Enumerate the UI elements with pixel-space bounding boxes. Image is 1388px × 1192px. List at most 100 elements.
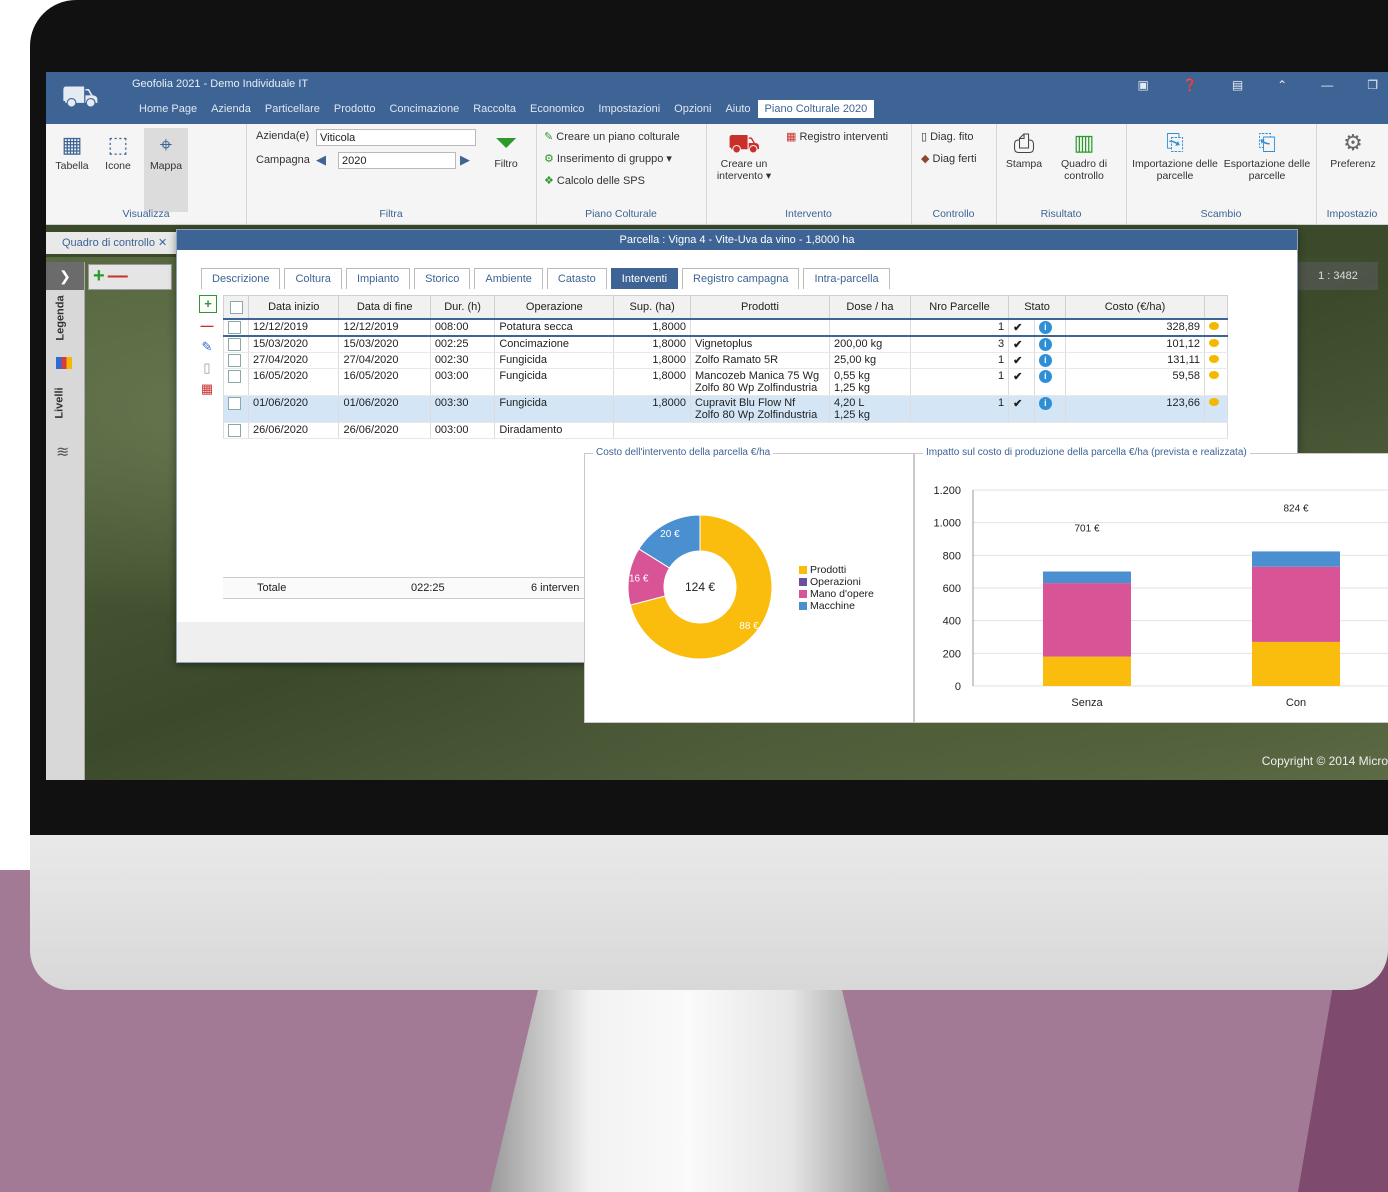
stampa-button[interactable]: ⎙ Stampa (1002, 130, 1046, 170)
add-row-icon[interactable]: + (199, 295, 217, 313)
row-checkbox[interactable] (228, 354, 241, 367)
save-icon[interactable]: ▤ (1232, 78, 1243, 92)
table-row[interactable]: 15/03/2020 15/03/2020 002:25 Concimazion… (223, 336, 1228, 353)
quadro-controllo-button[interactable]: ▥ Quadro di controllo (1052, 130, 1116, 182)
menu-home[interactable]: Home Page (132, 100, 204, 118)
creare-intervento-button[interactable]: ⛟ Creare un intervento ▾ (710, 130, 778, 182)
calendar-icon[interactable]: ▦ (199, 381, 215, 397)
col-costo[interactable]: Costo (€/ha) (1065, 295, 1205, 320)
tab-interventi[interactable]: Interventi (610, 268, 679, 289)
tab-coltura[interactable]: Coltura (284, 268, 342, 289)
table-row[interactable]: 16/05/2020 16/05/2020 003:00 Fungicida 1… (223, 368, 1228, 396)
menu-impostazioni[interactable]: Impostazioni (591, 100, 667, 118)
screen-icon[interactable]: ▣ (1138, 78, 1149, 92)
diag-ferti-button[interactable]: ◆ Diag ferti (921, 152, 977, 165)
table-row[interactable]: 26/06/2020 26/06/2020 003:00 Diradamento (223, 422, 1228, 439)
info-icon[interactable]: i (1038, 397, 1052, 410)
coins-icon[interactable] (1209, 371, 1219, 379)
tab-registro-campagna[interactable]: Registro campagna (682, 268, 800, 289)
collapse-icon[interactable]: ⌃ (1277, 78, 1287, 92)
select-all-checkbox[interactable] (229, 300, 243, 314)
cell-superficie: 1,8000 (613, 352, 691, 369)
table-row[interactable]: 01/06/2020 01/06/2020 003:30 Fungicida 1… (223, 395, 1228, 423)
table-row[interactable]: 27/04/2020 27/04/2020 002:30 Fungicida 1… (223, 352, 1228, 369)
menu-raccolta[interactable]: Raccolta (466, 100, 523, 118)
col-durata[interactable]: Dur. (h) (429, 295, 496, 320)
expand-arrow-icon[interactable]: ❯ (46, 262, 84, 290)
azienda-select[interactable]: Viticola (316, 129, 476, 146)
layers-icon: ≋ (56, 444, 70, 461)
importazione-button[interactable]: ⎘ Importazione delle parcelle (1130, 130, 1220, 182)
menu-prodotto[interactable]: Prodotto (327, 100, 383, 118)
x-tick-label: Senza (1071, 697, 1103, 709)
row-checkbox[interactable] (228, 321, 241, 334)
close-icon[interactable]: ✕ (158, 237, 167, 249)
mappa-button[interactable]: ⌖ Mappa (144, 128, 188, 212)
tabella-button[interactable]: ▦ Tabella (52, 132, 92, 172)
campagna-select[interactable]: 2020 (338, 152, 456, 169)
tab-livelli[interactable]: Livelli (54, 387, 66, 418)
prev-arrow-icon[interactable]: ◀ (316, 152, 326, 168)
row-checkbox[interactable] (228, 397, 241, 410)
row-checkbox[interactable] (228, 424, 241, 437)
col-prodotti[interactable]: Prodotti (689, 295, 830, 320)
menu-opzioni[interactable]: Opzioni (667, 100, 718, 118)
next-arrow-icon[interactable]: ▶ (460, 152, 470, 168)
cell-fine: 01/06/2020 (338, 395, 431, 423)
info-icon[interactable]: i (1038, 338, 1052, 351)
col-stato[interactable]: Stato (1008, 295, 1066, 320)
col-operazione[interactable]: Operazione (494, 295, 615, 320)
tab-storico[interactable]: Storico (414, 268, 471, 289)
copy-icon[interactable]: ▯ (199, 360, 215, 376)
col-nro-parcelle[interactable]: Nro Parcelle (909, 295, 1010, 320)
tab-descrizione[interactable]: Descrizione (201, 268, 281, 289)
esportazione-button[interactable]: ⎗ Esportazione delle parcelle (1222, 130, 1312, 182)
minimize-icon[interactable]: — (1321, 78, 1333, 92)
col-data-inizio[interactable]: Data inizio (247, 295, 340, 320)
menu-piano-colturale[interactable]: Piano Colturale 2020 (757, 100, 875, 118)
preferenze-button[interactable]: ⚙ Preferenz (1320, 130, 1386, 170)
table-row[interactable]: 12/12/2019 12/12/2019 008:00 Potatura se… (223, 318, 1228, 337)
add-icon[interactable]: + (93, 265, 105, 287)
cell-costo: 328,89 (1065, 318, 1205, 337)
select-all-header[interactable] (223, 295, 249, 320)
tab-quadro-controllo[interactable]: Quadro di controllo ✕ (46, 232, 179, 254)
delete-row-icon[interactable]: — (199, 318, 215, 334)
col-dose[interactable]: Dose / ha (828, 295, 911, 320)
campagna-label: Campagna (256, 154, 310, 166)
tab-impianto[interactable]: Impianto (345, 268, 411, 289)
col-data-fine[interactable]: Data di fine (338, 295, 431, 320)
edit-icon[interactable]: ✎ (199, 339, 215, 355)
coins-icon[interactable] (1209, 355, 1219, 363)
coins-icon[interactable] (1209, 322, 1219, 330)
remove-icon[interactable]: — (108, 265, 128, 287)
menu-particellare[interactable]: Particellare (258, 100, 327, 118)
filtro-button[interactable]: ⏷ Filtro (486, 129, 526, 171)
menu-concimazione[interactable]: Concimazione (382, 100, 466, 118)
group-intervento: ⛟ Creare un intervento ▾ ▦ Registro inter… (706, 124, 912, 224)
info-icon[interactable]: i (1038, 354, 1052, 367)
info-icon[interactable]: i (1038, 370, 1052, 383)
row-checkbox[interactable] (228, 370, 241, 383)
coins-icon[interactable] (1209, 339, 1219, 347)
info-icon[interactable]: i (1038, 321, 1052, 334)
inserimento-button[interactable]: ⚙ Inserimento di gruppo ▾ (544, 152, 672, 165)
calcolo-button[interactable]: ❖ Calcolo delle SPS (544, 174, 645, 187)
col-superficie[interactable]: Sup. (ha) (613, 295, 691, 320)
creare-piano-button[interactable]: ✎ Creare un piano colturale (544, 130, 680, 143)
dialog-tabs: Descrizione Coltura Impianto Storico Amb… (201, 268, 894, 289)
tab-legenda[interactable]: Legenda (55, 295, 67, 340)
tab-catasto[interactable]: Catasto (546, 268, 607, 289)
diag-fito-button[interactable]: ▯ Diag. fito (921, 130, 974, 143)
row-checkbox[interactable] (228, 338, 241, 351)
menu-azienda[interactable]: Azienda (204, 100, 258, 118)
restore-icon[interactable]: ❐ (1367, 78, 1378, 92)
icone-button[interactable]: ⬚ Icone (98, 132, 138, 172)
help-icon[interactable]: ❓ (1183, 78, 1198, 92)
coins-icon[interactable] (1209, 398, 1219, 406)
tab-ambiente[interactable]: Ambiente (474, 268, 543, 289)
menu-aiuto[interactable]: Aiuto (718, 100, 757, 118)
registro-interventi-button[interactable]: ▦ Registro interventi (786, 130, 888, 143)
menu-economico[interactable]: Economico (523, 100, 591, 118)
tab-intra-parcella[interactable]: Intra-parcella (803, 268, 890, 289)
